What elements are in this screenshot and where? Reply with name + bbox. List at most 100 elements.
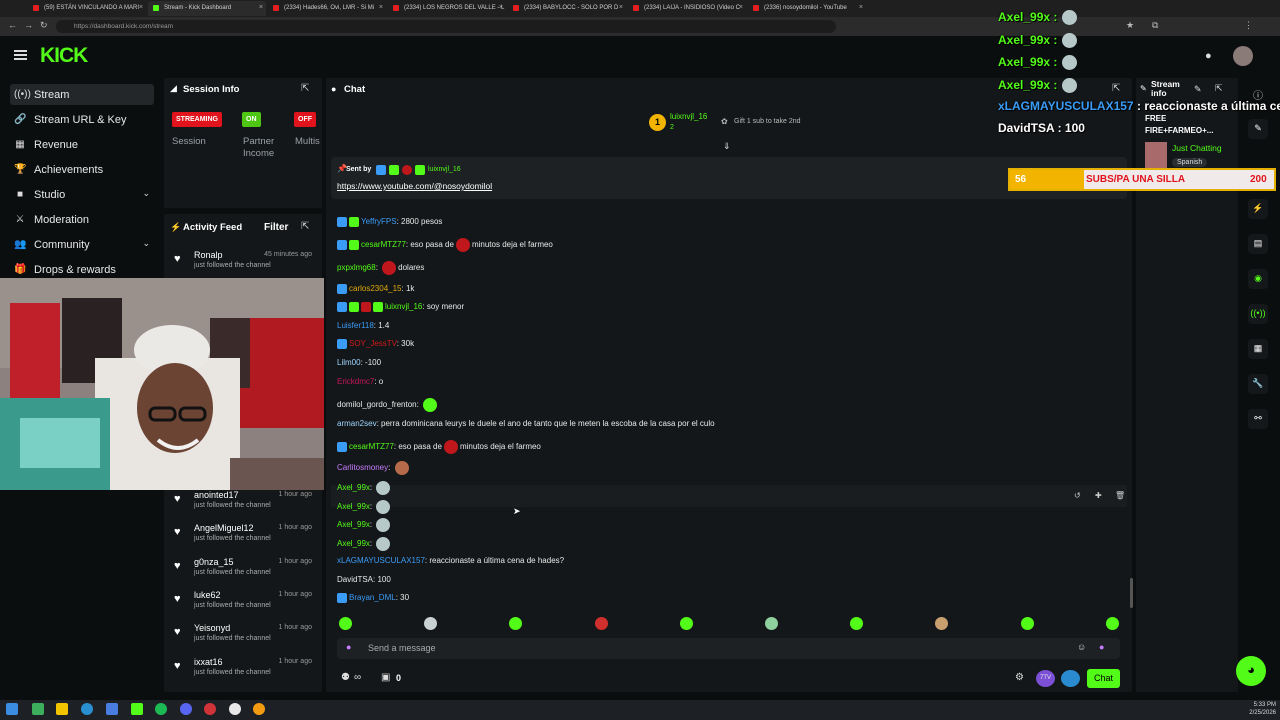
chat-message[interactable]: carlos2304_15: 1k	[337, 284, 414, 294]
chat-username[interactable]: Carlitosmoney	[337, 463, 388, 472]
nametag-icon[interactable]	[1061, 670, 1080, 687]
edit-rail-icon[interactable]: ✎	[1248, 119, 1268, 139]
expand-icon[interactable]: ⇓	[723, 141, 731, 152]
chat-username[interactable]: YeffryFPS	[361, 217, 397, 226]
server-rail-icon[interactable]: ▦	[1248, 339, 1268, 359]
store-icon[interactable]: ▣	[381, 672, 390, 683]
popout-icon[interactable]: ⇱	[301, 221, 309, 232]
emote-icon[interactable]	[765, 617, 778, 630]
start-icon[interactable]	[6, 703, 18, 715]
chat-message[interactable]: Axel_99x:	[337, 500, 392, 514]
clipboard-rail-icon[interactable]: ▤	[1248, 234, 1268, 254]
chat-username[interactable]: cesarMTZ77	[349, 442, 394, 451]
url-field[interactable]: https://dashboard.kick.com/stream	[56, 20, 836, 33]
chat-message[interactable]: luixnvjl_16: soy menor	[337, 302, 464, 312]
chat-message[interactable]: Axel_99x:	[337, 518, 392, 532]
kick-taskbar-icon[interactable]	[131, 703, 143, 715]
close-tab-icon[interactable]: ×	[499, 4, 503, 11]
close-tab-icon[interactable]: ×	[139, 4, 143, 11]
support-chat-button[interactable]: ◕	[1236, 656, 1266, 686]
gifter-name[interactable]: luixnvjl_16	[670, 112, 707, 121]
chat-username[interactable]: Axel_99x	[337, 539, 370, 548]
chat-message[interactable]: Carlitosmoney:	[337, 461, 411, 475]
chat-message[interactable]: SOY_JessTV: 30k	[337, 339, 414, 349]
taskbar-app-icon[interactable]	[106, 703, 118, 715]
chat-username[interactable]: Axel_99x	[337, 483, 370, 492]
sidebar-item-stream[interactable]: ((•)) Stream	[10, 84, 154, 105]
chat-username[interactable]: arman2sev	[337, 419, 377, 428]
chat-username[interactable]: xLAGMAYUSCULAX157	[337, 556, 425, 565]
chat-username[interactable]: carlos2304_15	[349, 284, 401, 293]
chat-message[interactable]: YeffryFPS: 2800 pesos	[337, 217, 442, 227]
chat-scrollbar[interactable]	[1130, 578, 1133, 608]
sidebar-item-achievements[interactable]: 🏆 Achievements	[10, 159, 154, 180]
chat-username[interactable]: domilol_gordo_frenton	[337, 400, 417, 409]
chat-message[interactable]: Axel_99x:	[337, 537, 392, 551]
browser-tab[interactable]: Stream - Kick Dashboard ×	[148, 1, 266, 16]
pin-message-icon[interactable]: ✚	[1095, 491, 1102, 500]
avatar[interactable]	[1233, 46, 1253, 66]
chat-username[interactable]: Brayan_DML	[349, 593, 396, 602]
chat-username[interactable]: Axel_99x	[337, 502, 370, 511]
7tv-icon[interactable]: 7TV	[1036, 670, 1055, 687]
activity-item[interactable]: ♥ AngelMiguel12 1 hour ago just followed th…	[172, 523, 322, 555]
kick-emote-icon[interactable]: ●	[1099, 642, 1104, 652]
menu-icon[interactable]	[14, 50, 27, 60]
sidebar-item-stream-url-key[interactable]: 🔗 Stream URL & Key	[10, 109, 154, 130]
popout-icon[interactable]: ⇱	[1112, 83, 1120, 94]
chat-username[interactable]: SOY_JessTV	[349, 339, 397, 348]
browser-tab[interactable]: (2336) nosoydomilol - YouTube ×	[748, 1, 866, 16]
browser-menu-icon[interactable]: ⋮	[1244, 20, 1253, 31]
chat-message[interactable]: Lilm00: -100	[337, 358, 381, 367]
emote-icon[interactable]	[1020, 617, 1034, 630]
share-rail-icon[interactable]: ⚯	[1248, 409, 1268, 429]
emoji-icon[interactable]: ☺	[1077, 642, 1086, 652]
chat-message[interactable]: pxpxlmg68: dolares	[337, 261, 424, 275]
chat-username[interactable]: Erickdmc7	[337, 377, 374, 386]
chat-message[interactable]: DavidTSA: 100	[337, 575, 391, 584]
pinned-user[interactable]: luixnvjl_16	[428, 166, 461, 173]
activity-item[interactable]: ♥ g0nza_15 1 hour ago just followed the cha…	[172, 557, 322, 589]
mic-icon[interactable]: ●	[346, 642, 351, 652]
browser-tab[interactable]: (59) ESTÁN VINCULANDO A MARI ×	[28, 1, 146, 16]
browser-tab[interactable]: (2334) BABYLOCC - SOLO POR D ×	[508, 1, 626, 16]
browser-tab[interactable]: (2334) LOS NEGROS DEL VALLE - L ×	[388, 1, 506, 16]
emote-icon[interactable]	[594, 617, 608, 630]
close-tab-icon[interactable]: ×	[859, 4, 863, 11]
chat-username[interactable]: luixnvjl_16	[385, 302, 422, 311]
sidebar-item-moderation[interactable]: ⚔ Moderation	[10, 209, 154, 230]
activity-item[interactable]: ♥ Yeisonyd 1 hour ago just followed the cha…	[172, 623, 322, 655]
chat-message[interactable]: Axel_99x:	[337, 481, 392, 495]
chevron-down-icon[interactable]: ⌄	[142, 238, 150, 249]
close-tab-icon[interactable]: ×	[739, 4, 743, 11]
spotify-icon[interactable]	[155, 703, 167, 715]
activity-item[interactable]: ♥ luke62 1 hour ago just followed the chann…	[172, 590, 322, 622]
filter-button[interactable]: Filter	[264, 222, 288, 233]
activity-item[interactable]: ♥ anointed17 1 hour ago just followed the c…	[172, 490, 322, 522]
settings-gear-icon[interactable]: ⚙	[1015, 672, 1024, 683]
activity-item[interactable]: ♥ ixxat16 1 hour ago just followed the chan…	[172, 657, 322, 689]
popout-icon[interactable]: ⇱	[1215, 83, 1223, 94]
wrench-rail-icon[interactable]: 🔧	[1248, 374, 1268, 394]
close-tab-icon[interactable]: ×	[619, 4, 623, 11]
taskbar-app-icon[interactable]	[229, 703, 241, 715]
chat-message[interactable]: cesarMTZ77: eso pasa de minutos deja el f…	[337, 440, 541, 454]
chat-username[interactable]: Axel_99x	[337, 520, 370, 529]
broadcast-rail-icon[interactable]: ((•))	[1248, 304, 1268, 324]
sidebar-item-community[interactable]: 👥 Community ⌄	[10, 234, 154, 255]
reply-icon[interactable]: ↺	[1074, 491, 1081, 500]
gift-sub-text[interactable]: Gift 1 sub to take 2nd	[734, 118, 801, 125]
chrome-icon[interactable]	[81, 703, 93, 715]
taskbar-app-icon[interactable]	[32, 703, 44, 715]
kick-logo[interactable]: KICK	[40, 44, 88, 68]
popout-icon[interactable]: ⇱	[301, 83, 309, 94]
close-tab-icon[interactable]: ×	[379, 4, 383, 11]
emote-icon[interactable]	[339, 617, 352, 630]
discord-icon[interactable]	[180, 703, 192, 715]
send-chat-button[interactable]: Chat	[1087, 669, 1120, 688]
chat-input[interactable]	[337, 638, 1120, 659]
sidebar-item-revenue[interactable]: ▦ Revenue	[10, 134, 154, 155]
chat-message[interactable]: Brayan_DML: 30	[337, 593, 409, 603]
category-name[interactable]: Just Chatting	[1172, 143, 1222, 153]
chat-username[interactable]: Lilm00	[337, 358, 361, 367]
